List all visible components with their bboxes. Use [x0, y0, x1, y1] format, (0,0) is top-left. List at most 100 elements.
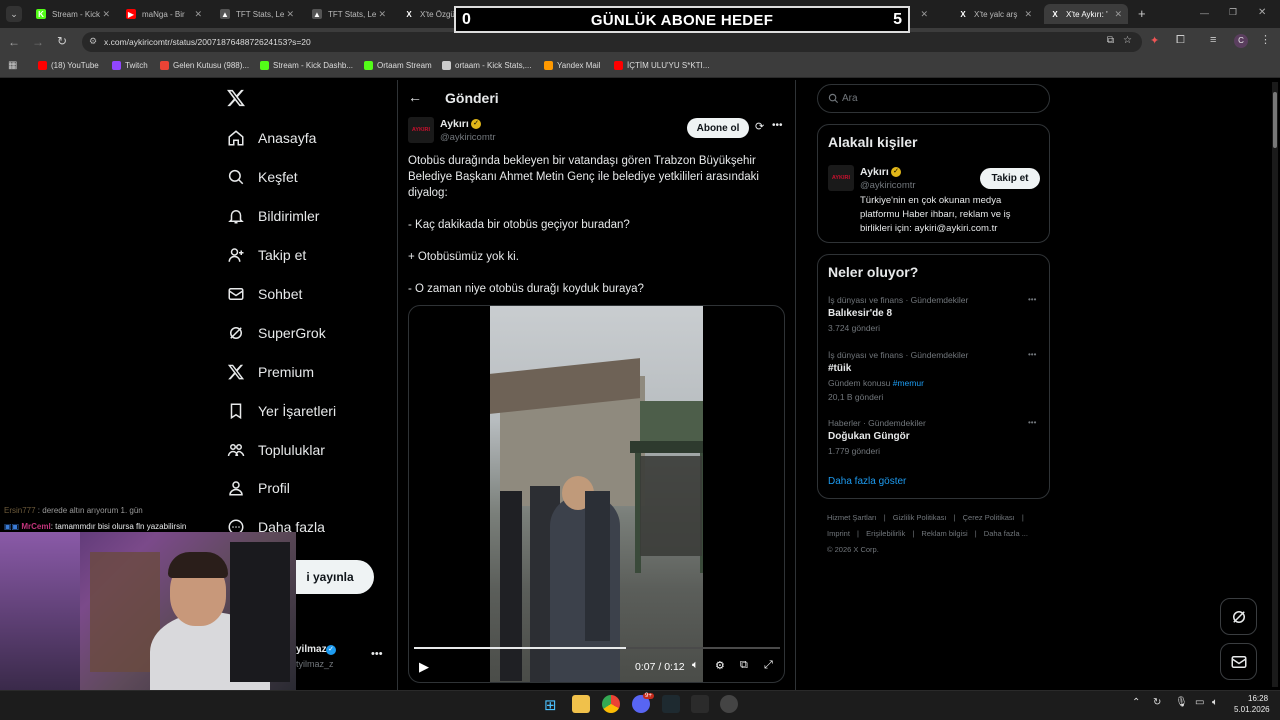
tray-monitor-icon[interactable]: ▭: [1195, 697, 1204, 708]
browser-tab[interactable]: ▲ TFT Stats, Le ✕: [214, 4, 300, 24]
install-icon[interactable]: ⧉: [1107, 35, 1114, 46]
extensions-puzzle-icon[interactable]: ⧠: [1176, 34, 1185, 47]
trend-more-icon[interactable]: •••: [1028, 418, 1036, 427]
x-logo-icon[interactable]: [226, 88, 246, 113]
bookmark-item[interactable]: Ortaam Stream: [364, 61, 432, 70]
video-progress-track[interactable]: [414, 647, 780, 649]
trend-item[interactable]: Haberler · Gündemdekiler Doğukan Güngör …: [828, 418, 1043, 462]
trend-item[interactable]: İş dünyası ve finans · Gündemdekiler Bal…: [828, 295, 1043, 339]
bookmark-item[interactable]: Twitch: [112, 61, 148, 70]
follow-button[interactable]: Takip et: [980, 168, 1040, 189]
bookmark-star-icon[interactable]: ☆: [1123, 35, 1132, 46]
file-explorer-icon[interactable]: [572, 695, 590, 713]
tray-volume-icon[interactable]: 🔈︎: [1212, 697, 1218, 708]
play-icon[interactable]: ▶: [419, 659, 429, 675]
reload-icon[interactable]: ↻: [57, 34, 67, 48]
browser-menu-icon[interactable]: ⋮: [1260, 33, 1271, 46]
trend-hashtag-link[interactable]: #memur: [893, 378, 924, 388]
close-window-icon[interactable]: ✕: [1258, 7, 1266, 18]
messages-floating-button[interactable]: [1220, 643, 1257, 680]
tab-close-icon[interactable]: ✕: [378, 9, 386, 20]
nav-messages[interactable]: Sohbet: [226, 284, 302, 304]
back-arrow-icon[interactable]: ←: [408, 89, 422, 105]
browser-tab[interactable]: K Stream - Kick ✕: [30, 4, 116, 24]
grok-floating-button[interactable]: [1220, 598, 1257, 635]
browser-tab[interactable]: X X'te yalc arş ✕: [952, 4, 1038, 24]
grok-explain-icon[interactable]: ⟳: [755, 120, 764, 133]
fullscreen-icon[interactable]: ⤢: [764, 659, 773, 672]
taskbar-date[interactable]: 5.01.2026: [1234, 705, 1270, 714]
nav-notifications[interactable]: Bildirimler: [226, 206, 319, 226]
windows-start-icon[interactable]: ⊞: [544, 696, 557, 714]
apps-grid-icon[interactable]: ▦: [8, 60, 17, 71]
footer-link[interactable]: Erişilebilirlik: [866, 529, 905, 538]
nav-premium[interactable]: Premium: [226, 362, 314, 382]
author-handle[interactable]: @aykiricomtr: [440, 132, 496, 143]
bookmark-item[interactable]: Yandex Mail: [544, 61, 600, 70]
bookmark-item[interactable]: Stream - Kick Dashb...: [260, 61, 353, 70]
tray-chevron-icon[interactable]: ⌃: [1132, 697, 1140, 708]
pip-icon[interactable]: ⧉: [740, 659, 748, 672]
browser-tab[interactable]: ▲ TFT Stats, Le ✕: [306, 4, 392, 24]
scrollbar-thumb[interactable]: [1273, 92, 1277, 148]
nav-explore[interactable]: Keşfet: [226, 167, 298, 187]
footer-link[interactable]: Gizlilik Politikası: [893, 513, 947, 522]
footer-link[interactable]: Reklam bilgisi: [921, 529, 967, 538]
tab-close-icon[interactable]: ✕: [102, 9, 110, 20]
tab-close-icon[interactable]: ✕: [194, 9, 202, 20]
footer-link[interactable]: Daha fazla ...: [984, 529, 1028, 538]
bookmark-item[interactable]: Gelen Kutusu (988)...: [160, 61, 249, 70]
back-icon[interactable]: ←: [8, 35, 20, 49]
tab-close-icon[interactable]: ✕: [286, 9, 294, 20]
video-player[interactable]: ▶ 0:07 / 0:12 🔈︎ ⚙ ⧉ ⤢: [408, 305, 785, 683]
app-icon[interactable]: [720, 695, 738, 713]
footer-link[interactable]: Imprint: [827, 529, 850, 538]
author-avatar[interactable]: AYKIRI: [408, 117, 434, 143]
trend-more-icon[interactable]: •••: [1028, 350, 1036, 359]
trend-more-icon[interactable]: •••: [1028, 295, 1036, 304]
media-icon[interactable]: ≡: [1210, 34, 1216, 46]
page-scrollbar[interactable]: [1272, 82, 1278, 687]
more-dots-icon[interactable]: •••: [371, 648, 383, 660]
forward-icon[interactable]: →: [32, 35, 44, 49]
subscribe-button[interactable]: Abone ol: [687, 118, 749, 138]
profile-avatar[interactable]: C: [1234, 34, 1248, 48]
tab-search-button[interactable]: ⌄: [6, 6, 22, 22]
trend-item[interactable]: İş dünyası ve finans · Gündemdekiler #tü…: [828, 350, 1043, 406]
more-options-icon[interactable]: •••: [772, 120, 783, 131]
bookmark-item[interactable]: ortaam - Kick Stats,...: [442, 61, 531, 70]
browser-tab[interactable]: ▶ maNga - Bir ✕: [120, 4, 208, 24]
app-icon[interactable]: [691, 695, 709, 713]
taskbar-time[interactable]: 16:28: [1248, 694, 1268, 703]
nav-bookmarks[interactable]: Yer İşaretleri: [226, 401, 336, 421]
volume-icon[interactable]: 🔈︎: [692, 659, 699, 672]
tab-close-icon[interactable]: ✕: [1114, 9, 1122, 20]
related-avatar[interactable]: AYKIRI: [828, 165, 854, 191]
app-icon[interactable]: [662, 695, 680, 713]
address-bar[interactable]: ⚙ x.com/aykiricomtr/status/2007187648872…: [82, 32, 1142, 52]
tray-mic-icon[interactable]: 🎙︎: [1175, 697, 1188, 708]
bookmark-item[interactable]: (18) YouTube: [38, 61, 99, 70]
minimize-icon[interactable]: —: [1200, 8, 1209, 18]
footer-link[interactable]: Çerez Politikası: [963, 513, 1015, 522]
footer-link[interactable]: Hizmet Şartları: [827, 513, 877, 522]
settings-icon[interactable]: ⚙: [715, 659, 725, 672]
related-name[interactable]: Aykırı: [860, 166, 889, 178]
search-box[interactable]: Ara: [817, 84, 1050, 113]
maximize-icon[interactable]: ❐: [1229, 7, 1237, 18]
extension-icon[interactable]: ✦: [1150, 34, 1159, 47]
tab-close-icon[interactable]: ✕: [920, 9, 928, 20]
nav-home[interactable]: Anasayfa: [226, 128, 316, 148]
show-more-link[interactable]: Daha fazla göster: [828, 476, 906, 487]
author-name[interactable]: Aykırı: [440, 118, 469, 130]
browser-tab[interactable]: X X'te Aykırı: ' ✕: [1044, 4, 1128, 24]
chrome-icon[interactable]: [602, 695, 620, 713]
site-info-icon[interactable]: ⚙: [89, 36, 97, 47]
nav-communities[interactable]: Topluluklar: [226, 440, 325, 460]
tray-sync-icon[interactable]: ↻: [1153, 697, 1161, 708]
nav-follow[interactable]: Takip et: [226, 245, 306, 265]
new-tab-icon[interactable]: +: [1138, 6, 1146, 21]
nav-profile[interactable]: Profil: [226, 478, 290, 498]
bookmark-item[interactable]: İÇTİM ULU'YU S*KTI...: [614, 61, 709, 70]
nav-grok[interactable]: SuperGrok: [226, 323, 326, 343]
